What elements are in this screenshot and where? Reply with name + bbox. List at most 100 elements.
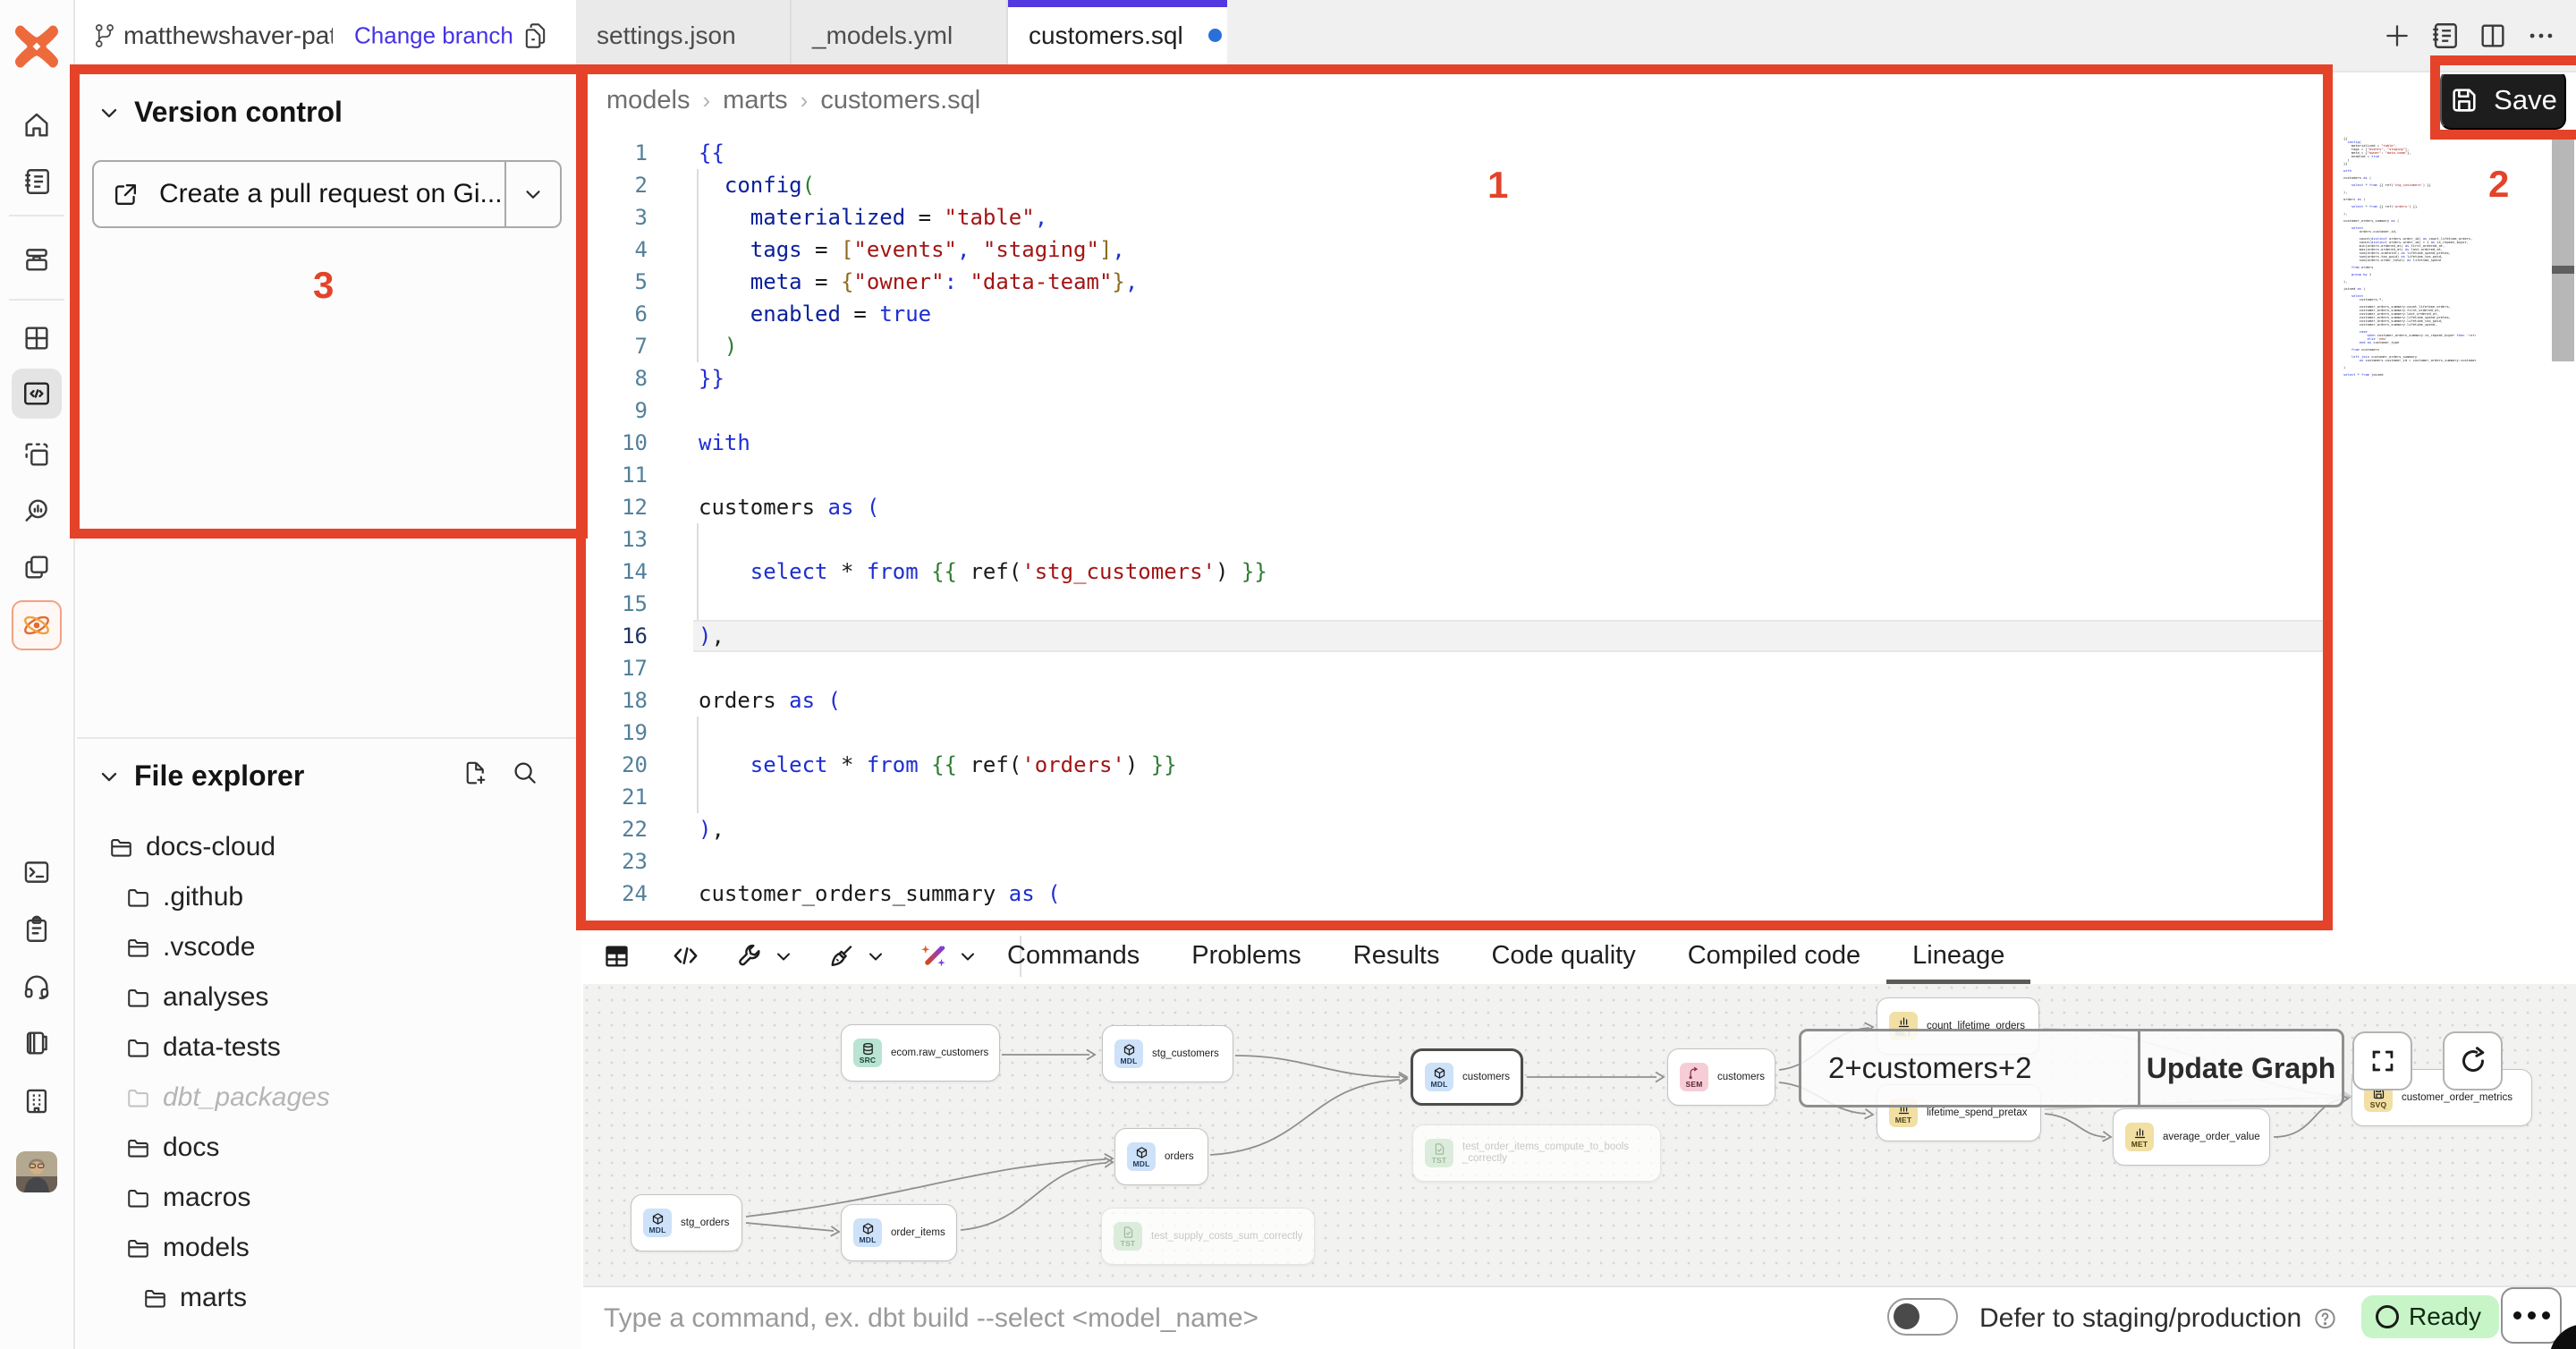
file-explorer-header[interactable]: File explorer <box>97 759 571 793</box>
dashed-select-icon[interactable] <box>21 438 53 471</box>
user-avatar[interactable] <box>16 1151 57 1192</box>
archive-icon[interactable] <box>21 243 53 276</box>
panel-tab-problems[interactable]: Problems <box>1165 928 1327 984</box>
panel-tab-code-quality[interactable]: Code quality <box>1465 928 1661 984</box>
dbt-logo <box>15 24 58 69</box>
panel-tab-compiled-code[interactable]: Compiled code <box>1662 928 1886 984</box>
node-type-chip-SRC: SRC <box>853 1039 882 1067</box>
lineage-node-customers[interactable]: SEMcustomers <box>1667 1048 1775 1106</box>
code-view-icon[interactable] <box>671 941 700 971</box>
editor-scrollbar[interactable] <box>2552 140 2574 361</box>
tab-customers.sql[interactable]: customers.sql <box>1008 0 1227 71</box>
lineage-node-order_items[interactable]: MDLorder_items <box>841 1204 957 1261</box>
version-control-header[interactable]: Version control <box>97 96 343 129</box>
tree-item-models[interactable]: models <box>114 1223 250 1273</box>
results-table-icon[interactable] <box>602 941 631 971</box>
external-window-icon[interactable] <box>21 551 53 583</box>
new-tab-icon[interactable] <box>2383 21 2411 50</box>
tree-item-.github[interactable]: .github <box>114 872 243 922</box>
building-icon[interactable] <box>21 1085 53 1117</box>
lineage-node-test_supply_costs_sum_correctly[interactable]: TSTtest_supply_costs_sum_correctly <box>1101 1208 1315 1265</box>
bottom-panel: CommandsProblemsResultsCode qualityCompi… <box>583 928 2576 1349</box>
mdl-icon <box>651 1212 665 1226</box>
tree-item-dbt_packages[interactable]: dbt_packages <box>114 1073 330 1123</box>
lineage-selector-input[interactable]: 2+customers+2 <box>1801 1031 2138 1105</box>
minimap[interactable]: {{ config( materialized = "table", tags … <box>2343 137 2476 377</box>
tree-item-macros[interactable]: macros <box>114 1173 250 1223</box>
more-tabs-icon[interactable] <box>2526 21 2556 51</box>
tree-item-docs-cloud[interactable]: docs-cloud <box>97 822 275 872</box>
terminal-icon[interactable] <box>21 856 53 888</box>
notebook-icon[interactable] <box>21 165 53 198</box>
left-panel: Version control Create a pull request on… <box>77 72 581 1349</box>
home-icon[interactable] <box>21 109 53 141</box>
code-editor: models›marts›customers.sql 1234567891011… <box>583 74 2576 928</box>
status-badge[interactable]: Ready <box>2361 1295 2499 1338</box>
lineage-node-stg_orders[interactable]: MDLstg_orders <box>631 1194 742 1251</box>
search-files-icon[interactable] <box>512 759 538 786</box>
breadcrumb-item[interactable]: models <box>606 86 691 115</box>
breadcrumb-item[interactable]: customers.sql <box>820 86 980 115</box>
folder-icon <box>125 1085 151 1111</box>
help-icon[interactable] <box>2313 1306 2337 1330</box>
dbt-copilot-icon[interactable] <box>21 609 53 641</box>
docs-stack-icon[interactable] <box>21 1027 53 1059</box>
tab-actions <box>2383 0 2556 71</box>
create-pr-button-main[interactable]: Create a pull request on Gi... <box>94 162 504 226</box>
ai-wand-icon[interactable] <box>919 941 949 971</box>
grid-icon[interactable] <box>21 322 53 354</box>
lineage-graph[interactable]: SRCecom.raw_customers MDLstg_customers MDL… <box>583 984 2576 1285</box>
code-editor-icon[interactable] <box>21 378 53 410</box>
node-label: order_items <box>891 1227 945 1239</box>
new-file-icon[interactable] <box>462 759 488 786</box>
tree-item-docs[interactable]: docs <box>114 1123 219 1173</box>
panel-divider <box>77 737 581 739</box>
panel-tab-lineage[interactable]: Lineage <box>1886 928 2030 984</box>
change-branch-link[interactable]: Change branch <box>354 21 513 49</box>
search-insights-icon[interactable] <box>21 495 53 527</box>
chevron-down-icon[interactable] <box>957 946 979 967</box>
version-control-title: Version control <box>134 96 343 129</box>
chevron-down-icon[interactable] <box>865 946 886 967</box>
editor-scrollbar-thumb[interactable] <box>2552 266 2574 274</box>
chevron-down-icon[interactable] <box>773 946 794 967</box>
fullscreen-button[interactable] <box>2352 1031 2412 1090</box>
copy-branch-icon[interactable] <box>522 21 548 51</box>
tree-item-marts[interactable]: marts <box>131 1273 247 1323</box>
notebook-panel-icon[interactable] <box>2429 21 2460 51</box>
lineage-node-ecom.raw_customers[interactable]: SRCecom.raw_customers <box>841 1024 1000 1082</box>
save-button[interactable]: Save <box>2440 74 2566 130</box>
panel-tab-results[interactable]: Results <box>1327 928 1466 984</box>
branch-name[interactable]: matthewshaver-patc <box>123 21 333 50</box>
clipboard-icon[interactable] <box>21 913 53 946</box>
tree-item-analyses[interactable]: analyses <box>114 972 268 1022</box>
defer-toggle[interactable] <box>1887 1298 1958 1336</box>
file-explorer-title: File explorer <box>134 759 304 793</box>
tab-_models.yml[interactable]: _models.yml <box>792 0 1008 71</box>
update-graph-button[interactable]: Update Graph <box>2138 1031 2342 1105</box>
format-broom-icon[interactable] <box>826 941 857 971</box>
breadcrumb-item[interactable]: marts <box>723 86 788 115</box>
more-options-button[interactable] <box>2501 1287 2562 1344</box>
status-label: Ready <box>2409 1302 2481 1331</box>
lineage-node-orders[interactable]: MDLorders <box>1114 1128 1208 1185</box>
folder-icon <box>125 885 151 911</box>
tab-settings.json[interactable]: settings.json <box>576 0 792 71</box>
refresh-graph-button[interactable] <box>2443 1031 2503 1090</box>
lineage-node-stg_customers[interactable]: MDLstg_customers <box>1102 1025 1233 1082</box>
command-input-placeholder[interactable]: Type a command, ex. dbt build --select <… <box>604 1303 1258 1334</box>
headphones-icon[interactable] <box>21 971 53 1003</box>
panel-tab-commands[interactable]: Commands <box>981 928 1165 984</box>
code-content[interactable]: {{ config( materialized = "table", tags … <box>699 137 1267 910</box>
node-label: stg_customers <box>1152 1048 1219 1060</box>
node-type-chip-MET: MET <box>2125 1123 2154 1151</box>
create-pr-button[interactable]: Create a pull request on Gi... <box>92 160 562 228</box>
lineage-node-average_order_value[interactable]: METaverage_order_value <box>2113 1108 2270 1166</box>
tree-item-data-tests[interactable]: data-tests <box>114 1022 281 1073</box>
split-pane-icon[interactable] <box>2478 21 2508 51</box>
build-wrench-icon[interactable] <box>736 941 765 971</box>
lineage-node-test_order_items_compute_to_bools_correctly[interactable]: TSTtest_order_items_compute_to_bools _co… <box>1412 1124 1661 1182</box>
pr-dropdown-caret[interactable] <box>504 162 560 226</box>
tree-item-.vscode[interactable]: .vscode <box>114 922 255 972</box>
lineage-node-customers[interactable]: MDLcustomers <box>1411 1048 1523 1106</box>
